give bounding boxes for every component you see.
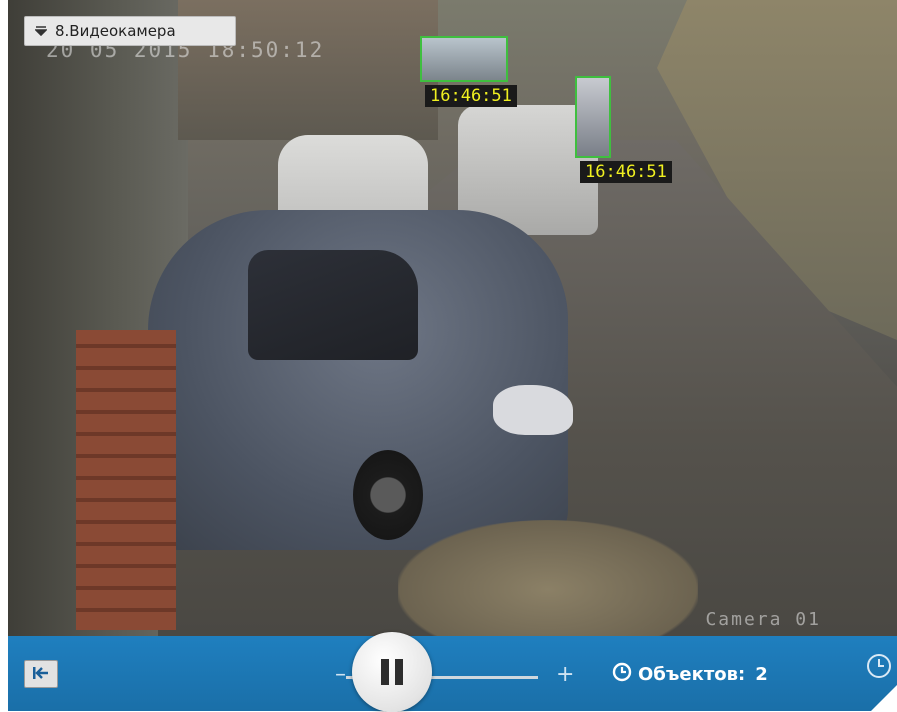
scene-bricks: [76, 330, 176, 630]
pause-icon: [378, 659, 406, 685]
video-viewport: 20 05 2015 18:50:12 Camera 01 16:46:51 1…: [8, 0, 897, 636]
clock-icon: [612, 662, 632, 687]
pause-button[interactable]: [352, 632, 432, 712]
camera-name-overlay: Camera 01: [705, 609, 821, 630]
objects-counter[interactable]: Объектов: 2: [612, 662, 768, 687]
clock-icon: [865, 654, 893, 684]
detection-box[interactable]: [420, 36, 508, 82]
timeline-toggle-button[interactable]: [865, 652, 893, 684]
objects-count: 2: [755, 664, 768, 685]
scene-bag: [493, 385, 573, 435]
scene-windshield: [248, 250, 418, 360]
camera-select-dropdown[interactable]: 8.Видеокамера: [24, 16, 236, 46]
playback-control-bar: – + Объектов: 2: [8, 632, 897, 712]
scene-sand: [398, 520, 698, 636]
speed-decrease[interactable]: –: [335, 662, 346, 687]
chevron-down-icon: [34, 24, 48, 39]
detection-box[interactable]: [575, 76, 611, 158]
detection-time: 16:46:51: [580, 161, 672, 183]
scene-wheel: [353, 450, 423, 540]
corner-fold: [871, 685, 897, 711]
skip-to-start-button[interactable]: [24, 660, 58, 688]
skip-to-start-icon: [32, 665, 50, 684]
speed-increase[interactable]: +: [556, 662, 574, 687]
objects-label: Объектов:: [638, 664, 746, 685]
camera-select-label: 8.Видеокамера: [55, 22, 176, 40]
detection-time: 16:46:51: [425, 85, 517, 107]
